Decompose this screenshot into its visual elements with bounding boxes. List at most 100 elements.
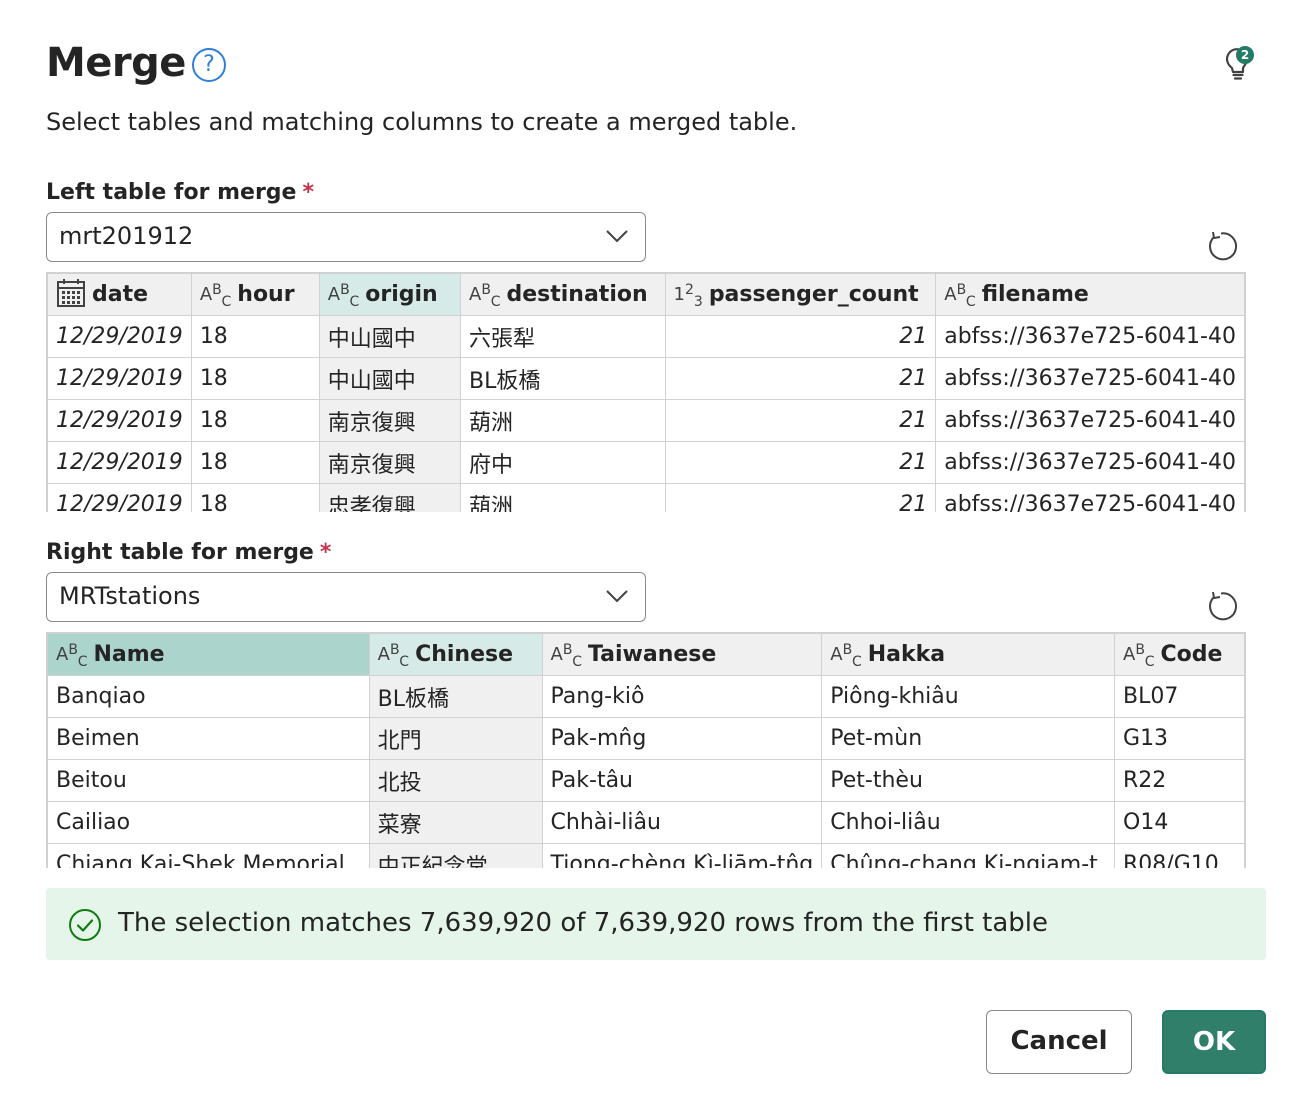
cell-destination: 葫洲 [460,483,666,512]
cell-origin: 南京復興 [318,441,462,484]
cell-passenger-count: 21 [664,315,937,358]
text-type-icon: ABC [944,281,976,310]
cell-origin: 中山國中 [318,315,462,358]
left-table-preview: date ABC hour ABC origin ABC destination 12… [46,272,1246,512]
dialog-title: Merge [46,40,186,86]
left-table-selected: mrt201912 [59,222,194,250]
column-header-hakka[interactable]: ABC Hakka [821,633,1116,676]
right-preview-grid: ABC Name ABC Chinese ABC Taiwanese ABC Hakka… [47,633,1245,868]
cell-name: Beitou [47,759,370,802]
column-header-origin[interactable]: ABC origin [318,273,462,316]
cell-origin: 中山國中 [318,357,462,400]
left-table-label: Left table for merge * [46,180,314,205]
cell-passenger-count: 21 [664,483,937,512]
left-preview-grid: date ABC hour ABC origin ABC destination 12… [47,273,1245,512]
cell-taiwanese: Chhài-liâu [541,801,823,844]
cell-passenger-count: 21 [664,399,937,442]
cell-date: 12/29/2019 [47,441,192,484]
cell-passenger-count: 21 [664,357,937,400]
cell-origin: 南京復興 [318,399,462,442]
right-table-selected: MRTstations [59,582,201,610]
table-row: Beitou 北投 Pak-tâu Pet-thèu R22 [47,759,1245,802]
right-table-preview: ABC Name ABC Chinese ABC Taiwanese ABC Hakka… [46,632,1246,868]
cell-chinese: 中正紀念堂 [368,843,543,868]
cancel-button[interactable]: Cancel [986,1010,1132,1074]
column-header-name[interactable]: ABC Name [47,633,370,676]
number-type-icon: 123 [673,281,703,310]
cell-code: R22 [1114,759,1245,802]
cell-filename: abfss://3637e725-6041-40 [935,483,1245,512]
table-row: 12/29/2019 18 中山國中 六張犁 21 abfss://3637e7… [47,315,1245,358]
table-row: Beimen 北門 Pak-mn̂g Pet-mùn G13 [47,717,1245,760]
cell-chinese: 菜寮 [368,801,543,844]
refresh-left-icon[interactable] [1206,228,1242,264]
refresh-right-icon[interactable] [1206,588,1242,624]
column-header-taiwanese[interactable]: ABC Taiwanese [541,633,823,676]
chevron-down-icon [606,590,628,603]
cell-hour: 18 [190,399,320,442]
cell-date: 12/29/2019 [47,315,192,358]
column-header-date[interactable]: date [47,273,192,316]
column-header-chinese[interactable]: ABC Chinese [368,633,543,676]
cell-hour: 18 [190,315,320,358]
text-type-icon: ABC [327,281,360,310]
cell-date: 12/29/2019 [47,399,192,442]
help-icon[interactable]: ? [192,48,226,82]
cell-destination: BL板橋 [460,357,666,400]
cell-destination: 六張犁 [460,315,666,358]
cell-taiwanese: Pang-kiô [541,675,823,718]
text-type-icon: ABC [1123,641,1155,670]
calendar-icon [57,278,85,307]
text-type-icon: ABC [377,641,410,670]
cell-code: R08/G10 [1114,843,1245,868]
text-type-icon: ABC [469,281,501,310]
cell-name: Cailiao [47,801,370,844]
table-row: 12/29/2019 18 中山國中 BL板橋 21 abfss://3637e… [47,357,1245,400]
column-header-filename[interactable]: ABC filename [935,273,1245,316]
required-marker: * [302,180,314,205]
column-header-code[interactable]: ABC Code [1114,633,1245,676]
cell-hour: 18 [190,483,320,512]
cell-name: Beimen [47,717,370,760]
table-row: Banqiao BL板橋 Pang-kiô Piông-khiâu BL07 [47,675,1245,718]
cell-code: BL07 [1114,675,1245,718]
text-type-icon: ABC [199,281,232,310]
table-row: Chiang Kai-Shek Memorial 中正紀念堂 Tiong-chè… [47,843,1245,868]
column-header-passenger-count[interactable]: 123 passenger_count [664,273,937,316]
cell-hakka: Pet-thèu [821,759,1116,802]
table-row: 12/29/2019 18 忠孝復興 葫洲 21 abfss://3637e72… [47,483,1245,512]
cell-code: O14 [1114,801,1245,844]
right-table-label: Right table for merge * [46,540,332,565]
cell-destination: 府中 [460,441,666,484]
column-header-destination[interactable]: ABC destination [460,273,666,316]
cell-taiwanese: Tiong-chèng Kì-liām-tn̂g [541,843,823,868]
cell-chinese: 北門 [368,717,543,760]
match-status-banner: The selection matches 7,639,920 of 7,639… [46,888,1266,960]
right-table-dropdown[interactable]: MRTstations [46,572,646,622]
left-table-dropdown[interactable]: mrt201912 [46,212,646,262]
text-type-icon: ABC [56,641,88,670]
table-row: Cailiao 菜寮 Chhài-liâu Chhoi-liâu O14 [47,801,1245,844]
column-header-hour[interactable]: ABC hour [190,273,320,316]
cell-name: Banqiao [47,675,370,718]
cell-origin: 忠孝復興 [318,483,462,512]
cell-name: Chiang Kai-Shek Memorial [47,843,370,868]
check-circle-icon [69,909,101,941]
cell-code: G13 [1114,717,1245,760]
match-status-message: The selection matches 7,639,920 of 7,639… [118,908,1049,938]
cell-hakka: Piông-khiâu [821,675,1116,718]
text-type-icon: ABC [830,641,862,670]
cell-hour: 18 [190,441,320,484]
cell-taiwanese: Pak-mn̂g [541,717,823,760]
text-type-icon: ABC [550,641,582,670]
cell-hakka: Chhoi-liâu [821,801,1116,844]
cell-hour: 18 [190,357,320,400]
cell-hakka: Pet-mùn [821,717,1116,760]
cell-hakka: Chûng-chang Ki-ngiam-t [821,843,1116,868]
chevron-down-icon [606,230,628,243]
suggestions-badge: 2 [1236,46,1254,64]
cell-filename: abfss://3637e725-6041-40 [935,399,1245,442]
cell-destination: 葫洲 [460,399,666,442]
cell-passenger-count: 21 [664,441,937,484]
ok-button[interactable]: OK [1162,1010,1266,1074]
